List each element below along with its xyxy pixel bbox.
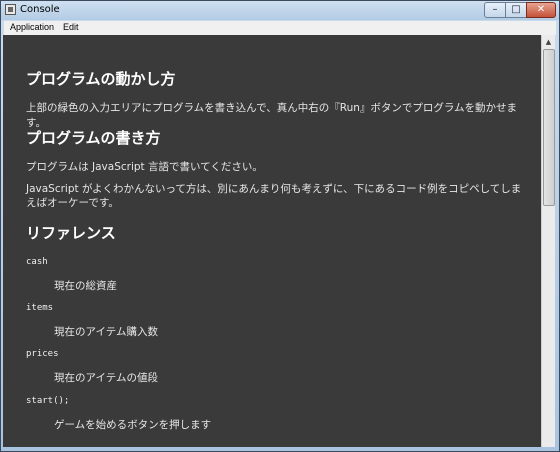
console-content: プログラムの動かし方 上部の緑色の入力エリアにプログラムを書き込んで、真ん中右の… xyxy=(3,35,541,447)
reference-code-prices: prices xyxy=(26,349,59,359)
reference-desc-items: 現在のアイテム購入数 xyxy=(54,326,158,338)
reference-desc-start: ゲームを始めるボタンを押します xyxy=(54,419,212,431)
scroll-up-arrow-icon[interactable]: ▲ xyxy=(542,35,555,49)
reference-code-start: start(); xyxy=(26,396,70,406)
menu-edit[interactable]: Edit xyxy=(63,22,79,32)
maximize-button[interactable]: □ xyxy=(505,2,527,18)
reference-code-cash: cash xyxy=(26,257,48,267)
scrollbar-thumb[interactable] xyxy=(543,49,555,206)
menu-bar: Application Edit xyxy=(4,21,556,36)
section-heading-how-to-write: プログラムの書き方 xyxy=(26,129,161,147)
reference-code-items: items xyxy=(26,303,54,313)
vertical-scrollbar[interactable]: ▲ xyxy=(541,35,555,447)
reference-desc-cash: 現在の総資産 xyxy=(54,280,117,292)
section-text-beginner: JavaScript がよくわかんないって方は、別にあんまり何も考えずに、下にあ… xyxy=(26,183,522,209)
minimize-button[interactable]: – xyxy=(484,2,506,18)
window-title: Console xyxy=(20,4,60,15)
reference-desc-prices: 現在のアイテムの値段 xyxy=(54,372,158,384)
section-heading-reference: リファレンス xyxy=(26,224,116,242)
title-bar[interactable]: Console – □ ✕ xyxy=(1,1,559,20)
close-button[interactable]: ✕ xyxy=(526,2,556,18)
app-icon[interactable] xyxy=(5,4,16,15)
section-heading-how-to-run: プログラムの動かし方 xyxy=(26,70,176,88)
section-text-how-to-run: 上部の緑色の入力エリアにプログラムを書き込んで、真ん中右の『Run』ボタンでプロ… xyxy=(26,102,518,129)
menu-application[interactable]: Application xyxy=(10,22,54,32)
section-text-language: プログラムは JavaScript 言語で書いてください。 xyxy=(26,161,263,173)
